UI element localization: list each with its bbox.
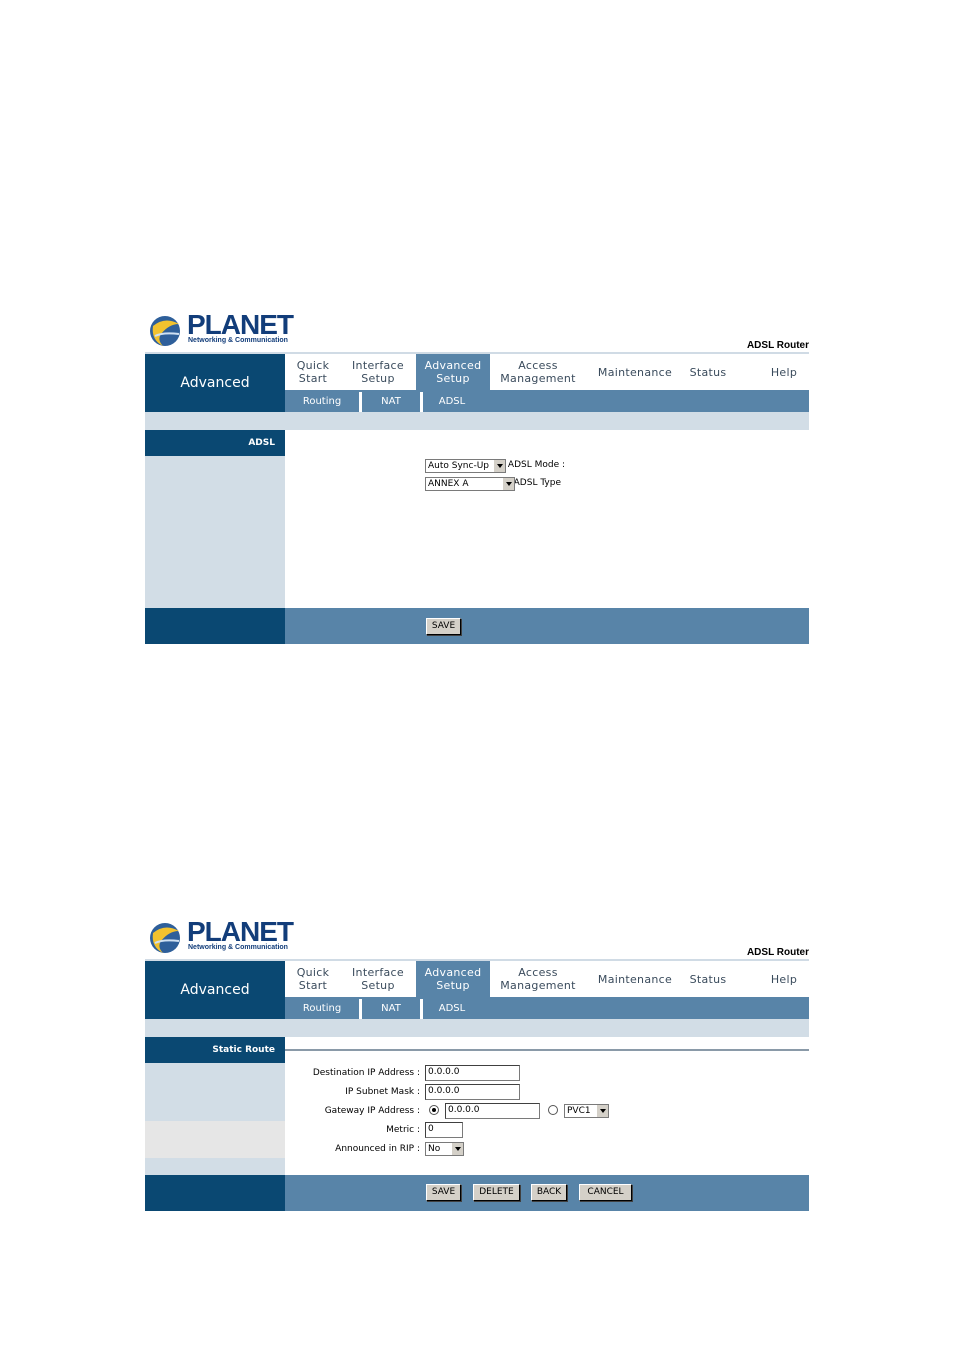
chevron-down-icon [502, 478, 514, 490]
adsl-mode-select[interactable]: Auto Sync-Up [425, 459, 506, 473]
menu-maintenance[interactable]: Maintenance [590, 354, 680, 390]
menu-help[interactable]: Help [759, 961, 809, 997]
menu-help[interactable]: Help [759, 354, 809, 390]
back-button[interactable]: BACK [531, 1184, 567, 1201]
logo-tagline: Networking & Communication [188, 337, 288, 344]
page-title: Advanced [145, 354, 285, 412]
menu-status[interactable]: Status [683, 354, 733, 390]
announced-rip-value: No [428, 1144, 441, 1154]
logo-tagline: Networking & Communication [188, 944, 288, 951]
header-bar: PLANET Networking & Communication ADSL R… [145, 913, 809, 959]
chevron-down-icon [493, 460, 505, 472]
product-name: ADSL Router [746, 947, 809, 958]
globe-logo-icon [150, 316, 180, 346]
adsl-settings-panel: PLANET Networking & Communication ADSL R… [145, 306, 809, 644]
spacer-strip [145, 412, 809, 430]
gateway-ip-radio[interactable] [429, 1105, 439, 1115]
submenu-adsl[interactable]: ADSL [423, 390, 481, 412]
header-bar: PLANET Networking & Communication ADSL R… [145, 306, 809, 352]
main-menu: Quick Start Interface Setup Advanced Setup … [285, 354, 809, 390]
cancel-button[interactable]: CANCEL [579, 1184, 632, 1201]
menu-access-management[interactable]: Access Management [490, 354, 586, 390]
planet-logo: PLANET Networking & Communication [149, 917, 294, 957]
menu-access-management[interactable]: Access Management [490, 961, 586, 997]
product-name: ADSL Router [746, 340, 809, 351]
save-button[interactable]: SAVE [426, 618, 461, 635]
adsl-mode-value: Auto Sync-Up [428, 461, 489, 471]
menu-advanced-setup[interactable]: Advanced Setup [416, 961, 490, 997]
section-label: ADSL [145, 430, 285, 456]
footer-left [145, 608, 285, 644]
gateway-ip-input[interactable]: 0.0.0.0 [445, 1103, 540, 1119]
subnet-mask-label: IP Subnet Mask : [345, 1087, 420, 1097]
footer-bar: SAVE [285, 608, 809, 644]
adsl-mode-label: ADSL Mode : [507, 460, 565, 470]
menu-interface-setup[interactable]: Interface Setup [341, 961, 415, 997]
submenu-routing[interactable]: Routing [285, 390, 359, 412]
destination-ip-label: Destination IP Address : [312, 1068, 420, 1078]
section-rule [285, 1049, 809, 1051]
content-area: Destination IP Address : 0.0.0.0 IP Subn… [285, 1037, 809, 1175]
delete-button[interactable]: DELETE [473, 1184, 520, 1201]
menu-quick-start[interactable]: Quick Start [285, 961, 341, 997]
logo-word: PLANET [187, 309, 294, 340]
side-column [145, 1158, 285, 1175]
announced-rip-label: Announced in RIP : [335, 1144, 420, 1154]
menu-advanced-setup[interactable]: Advanced Setup [416, 354, 490, 390]
gateway-pvc-select[interactable]: PVC1 [564, 1104, 609, 1118]
submenu-routing[interactable]: Routing [285, 997, 359, 1019]
chevron-down-icon [451, 1143, 463, 1155]
globe-logo-icon [150, 923, 180, 953]
menu-status[interactable]: Status [683, 961, 733, 997]
side-column [145, 1063, 285, 1121]
content-area: ADSL Mode : Auto Sync-Up ADSL Type ANNEX… [285, 430, 809, 608]
side-column [145, 456, 285, 608]
footer-bar: SAVE DELETE BACK CANCEL [285, 1175, 809, 1211]
adsl-type-label: ADSL Type [513, 478, 561, 488]
submenu-nat[interactable]: NAT [362, 390, 420, 412]
subnet-mask-input[interactable]: 0.0.0.0 [425, 1084, 520, 1100]
announced-rip-select[interactable]: No [425, 1142, 464, 1156]
main-menu: Quick Start Interface Setup Advanced Setup … [285, 961, 809, 997]
section-label: Static Route [145, 1037, 285, 1063]
adsl-type-value: ANNEX A [428, 479, 469, 489]
side-column-alt [145, 1121, 285, 1158]
gateway-pvc-radio[interactable] [548, 1105, 558, 1115]
sub-menu: Routing NAT ADSL [285, 390, 809, 412]
save-button[interactable]: SAVE [426, 1184, 461, 1201]
menu-interface-setup[interactable]: Interface Setup [341, 354, 415, 390]
footer-left [145, 1175, 285, 1211]
menu-quick-start[interactable]: Quick Start [285, 354, 341, 390]
submenu-nat[interactable]: NAT [362, 997, 420, 1019]
static-route-panel: PLANET Networking & Communication ADSL R… [145, 913, 809, 1211]
chevron-down-icon [596, 1105, 608, 1117]
gateway-ip-label: Gateway IP Address : [324, 1106, 420, 1116]
sub-menu: Routing NAT ADSL [285, 997, 809, 1019]
metric-input[interactable]: 0 [425, 1122, 463, 1138]
logo-word: PLANET [187, 916, 294, 947]
metric-label: Metric : [386, 1125, 420, 1135]
page-title: Advanced [145, 961, 285, 1019]
gateway-pvc-value: PVC1 [567, 1106, 591, 1116]
spacer-strip [145, 1019, 809, 1037]
submenu-adsl[interactable]: ADSL [423, 997, 481, 1019]
menu-maintenance[interactable]: Maintenance [590, 961, 680, 997]
adsl-type-select[interactable]: ANNEX A [425, 477, 515, 491]
planet-logo: PLANET Networking & Communication [149, 310, 294, 350]
destination-ip-input[interactable]: 0.0.0.0 [425, 1065, 520, 1081]
